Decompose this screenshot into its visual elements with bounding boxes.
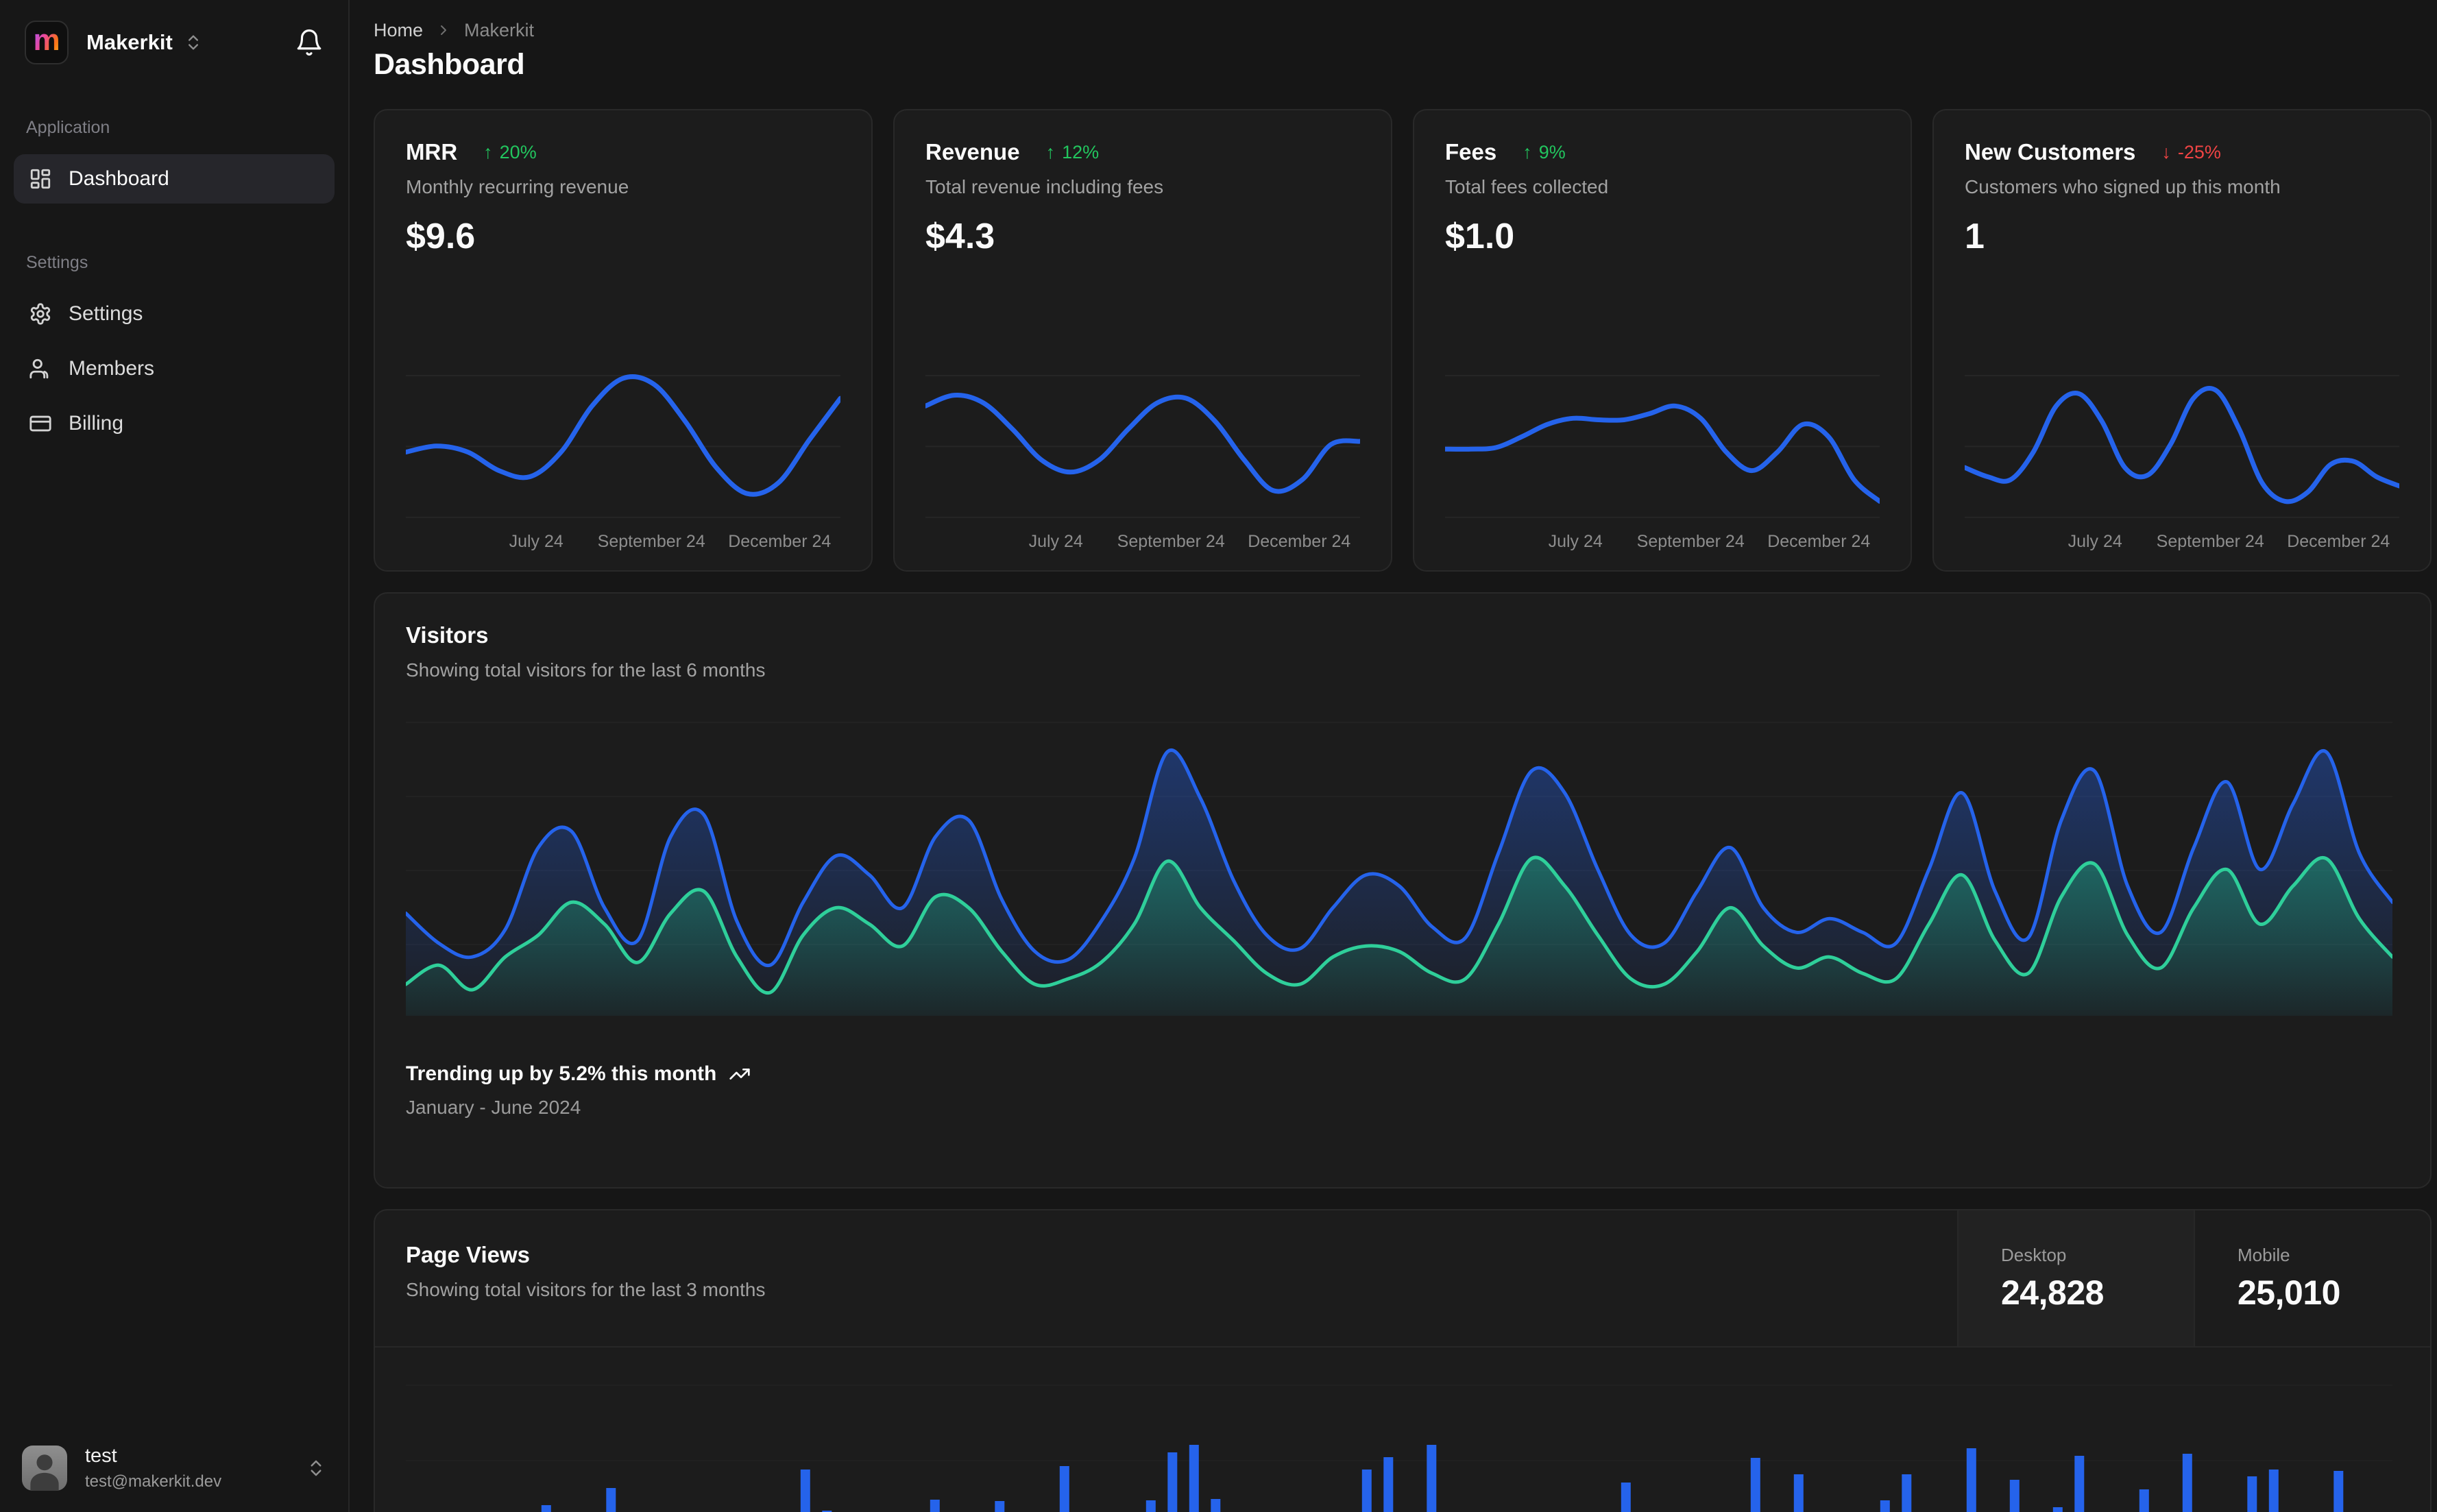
stat-title: Revenue — [925, 139, 1020, 164]
x-axis-ticks: July 24 September 24 December 24 — [2068, 532, 2390, 551]
chevrons-up-down-icon — [184, 33, 203, 52]
sidebar-item-billing[interactable]: Billing — [14, 399, 335, 448]
trend-period: January - June 2024 — [406, 1097, 581, 1118]
sidebar-item-label: Settings — [69, 302, 143, 325]
sparkline-chart: July 24 September 24 December 24 — [1965, 339, 2399, 552]
stat-delta-badge: ↑ 9% — [1523, 142, 1566, 163]
trending-up-icon — [729, 1063, 751, 1085]
x-axis-ticks: July 24 September 24 December 24 — [509, 532, 832, 551]
page-views-header: Page Views Showing total visitors for th… — [375, 1210, 2430, 1348]
stat-delta-value: 20% — [499, 141, 537, 162]
sparkline-chart: July 24 September 24 December 24 — [406, 339, 840, 552]
sidebar-header: m Makerkit — [0, 0, 348, 64]
trend-summary: Trending up by 5.2% this month — [406, 1062, 2399, 1086]
breadcrumb-home-link[interactable]: Home — [374, 20, 423, 41]
x-axis-ticks: July 24 September 24 December 24 — [1028, 532, 1351, 551]
visitors-card: Visitors Showing total visitors for the … — [374, 592, 2432, 1188]
stat-card-revenue: Revenue ↑ 12% Total revenue including fe… — [893, 109, 1392, 572]
chevron-right-icon — [435, 22, 452, 38]
toggle-mobile[interactable]: Mobile 25,010 — [2194, 1210, 2430, 1346]
notifications-button[interactable] — [295, 28, 324, 57]
sidebar-item-members[interactable]: Members — [14, 344, 335, 393]
page-views-subtitle: Showing total visitors for the last 3 mo… — [406, 1279, 766, 1300]
stat-delta-badge: ↓ -25% — [2161, 142, 2221, 163]
bell-icon — [295, 28, 324, 57]
stat-subtitle: Monthly recurring revenue — [406, 176, 629, 197]
nav-section-settings: Settings — [26, 253, 88, 272]
stat-title: Fees — [1445, 139, 1497, 164]
stat-subtitle: Total revenue including fees — [925, 176, 1164, 197]
sidebar-item-label: Billing — [69, 412, 124, 435]
visitors-subtitle: Showing total visitors for the last 6 mo… — [406, 659, 766, 681]
logo-letter: m — [33, 23, 60, 57]
sparkline-chart: July 24 September 24 December 24 — [1445, 339, 1880, 552]
stat-card-new-customers: New Customers ↓ -25% Customers who signe… — [1932, 109, 2432, 572]
stat-delta-badge: ↑ 20% — [483, 142, 537, 163]
main-content: Home Makerkit Dashboard MRR ↑ 20% Monthl… — [350, 0, 2437, 1512]
sidebar-item-dashboard[interactable]: Dashboard — [14, 154, 335, 204]
stat-subtitle: Total fees collected — [1445, 176, 1609, 197]
sidebar-item-label: Members — [69, 357, 155, 380]
arrow-up-icon: ↑ — [1523, 141, 1532, 162]
stat-title: New Customers — [1965, 139, 2136, 164]
stat-value: 1 — [1965, 217, 1985, 256]
sidebar-item-label: Dashboard — [69, 167, 169, 190]
page-views-title: Page Views — [406, 1242, 531, 1267]
user-email: test@makerkit.dev — [85, 1472, 222, 1491]
workspace-name: Makerkit — [86, 30, 173, 54]
nav-section-application: Application — [26, 118, 110, 137]
user-name: test — [85, 1445, 117, 1467]
stat-subtitle: Customers who signed up this month — [1965, 176, 2281, 197]
stat-title: MRR — [406, 139, 458, 164]
stat-value: $9.6 — [406, 217, 476, 256]
sidebar-nav: Application Dashboard Settings Settings … — [0, 118, 348, 454]
toggle-desktop[interactable]: Desktop 24,828 — [1957, 1210, 2194, 1346]
sidebar-item-settings[interactable]: Settings — [14, 289, 335, 339]
stat-card-mrr: MRR ↑ 20% Monthly recurring revenue $9.6… — [374, 109, 873, 572]
page-views-chart-area — [375, 1348, 2430, 1512]
arrow-up-icon: ↑ — [1045, 141, 1056, 162]
trend-text: Trending up by 5.2% this month — [406, 1062, 717, 1085]
makerkit-logo: m — [25, 21, 69, 64]
sidebar: m Makerkit Application Dashboard Setting… — [0, 0, 350, 1512]
stat-delta-value: 12% — [1062, 141, 1100, 162]
visitors-area-chart — [406, 722, 2392, 1016]
page-views-card: Page Views Showing total visitors for th… — [374, 1209, 2432, 1512]
stat-delta-value: -25% — [2177, 141, 2221, 162]
members-icon — [29, 357, 52, 380]
x-axis-ticks: July 24 September 24 December 24 — [1548, 532, 1871, 551]
user-menu[interactable]: test test@makerkit.dev — [0, 1424, 348, 1512]
stat-delta-badge: ↑ 12% — [1046, 142, 1100, 163]
chevrons-up-down-icon — [306, 1458, 326, 1478]
arrow-up-icon: ↑ — [483, 141, 493, 162]
billing-icon — [29, 412, 52, 435]
breadcrumb: Home Makerkit — [374, 19, 2432, 41]
page-title: Dashboard — [374, 48, 525, 81]
breadcrumb-current: Makerkit — [464, 19, 535, 40]
stat-value: $1.0 — [1445, 217, 1515, 256]
sparkline-chart: July 24 September 24 December 24 — [925, 339, 1360, 552]
user-avatar — [22, 1446, 67, 1491]
stat-cards-row: MRR ↑ 20% Monthly recurring revenue $9.6… — [374, 109, 2432, 572]
stat-card-fees: Fees ↑ 9% Total fees collected $1.0 July… — [1413, 109, 1912, 572]
stat-value: $4.3 — [925, 217, 995, 256]
settings-icon — [29, 302, 52, 326]
stat-delta-value: 9% — [1538, 141, 1566, 162]
arrow-down-icon: ↓ — [2161, 141, 2171, 162]
page-views-bar-chart — [406, 1385, 2392, 1512]
visitors-title: Visitors — [406, 622, 489, 648]
workspace-selector[interactable]: m Makerkit — [25, 21, 203, 64]
dashboard-icon — [29, 167, 52, 191]
